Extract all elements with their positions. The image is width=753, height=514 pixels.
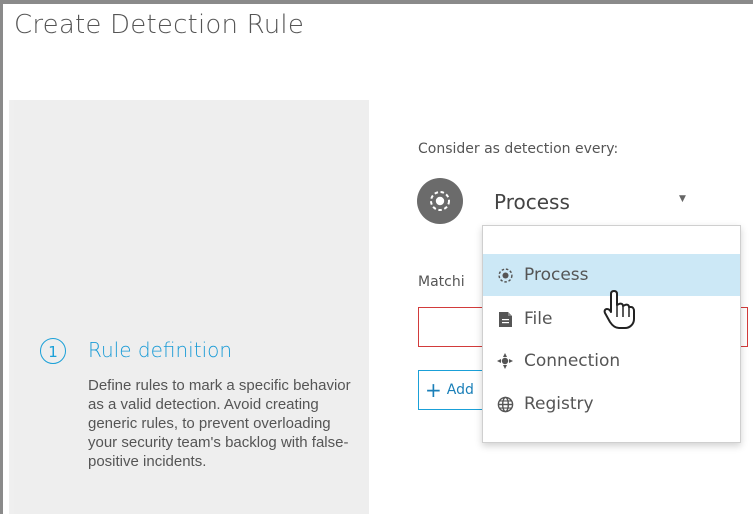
dropdown-option-connection[interactable]: Connection	[483, 340, 740, 382]
dropdown-option-registry[interactable]: Registry	[483, 383, 740, 425]
chevron-down-icon[interactable]: ▼	[679, 194, 686, 204]
step-number: 1	[40, 338, 66, 364]
window-top-border	[0, 0, 753, 4]
consider-label: Consider as detection every:	[418, 141, 619, 157]
dropdown-option-label: Process	[524, 265, 589, 285]
dropdown-option-label: Registry	[524, 394, 594, 414]
process-icon	[496, 266, 514, 284]
add-button-label: Add	[446, 382, 474, 398]
hand-pointer-icon	[603, 290, 635, 329]
entity-type-dropdown[interactable]: Process File Connection Registry	[482, 225, 741, 443]
plus-icon: +	[425, 378, 442, 402]
file-icon	[496, 310, 514, 328]
registry-icon	[496, 395, 514, 413]
step-title[interactable]: Rule definition	[88, 338, 232, 362]
dropdown-option-label: File	[524, 309, 553, 329]
process-icon	[430, 191, 450, 211]
page-title: Create Detection Rule	[14, 10, 305, 40]
step-description: Define rules to mark a specific behavior…	[88, 377, 351, 470]
matching-label: Matchi	[418, 274, 465, 290]
dropdown-option-label: Connection	[524, 351, 621, 371]
entity-type-select[interactable]: Process	[494, 190, 570, 214]
process-avatar	[417, 178, 463, 224]
connection-icon	[496, 352, 514, 370]
window-left-border	[0, 0, 3, 514]
